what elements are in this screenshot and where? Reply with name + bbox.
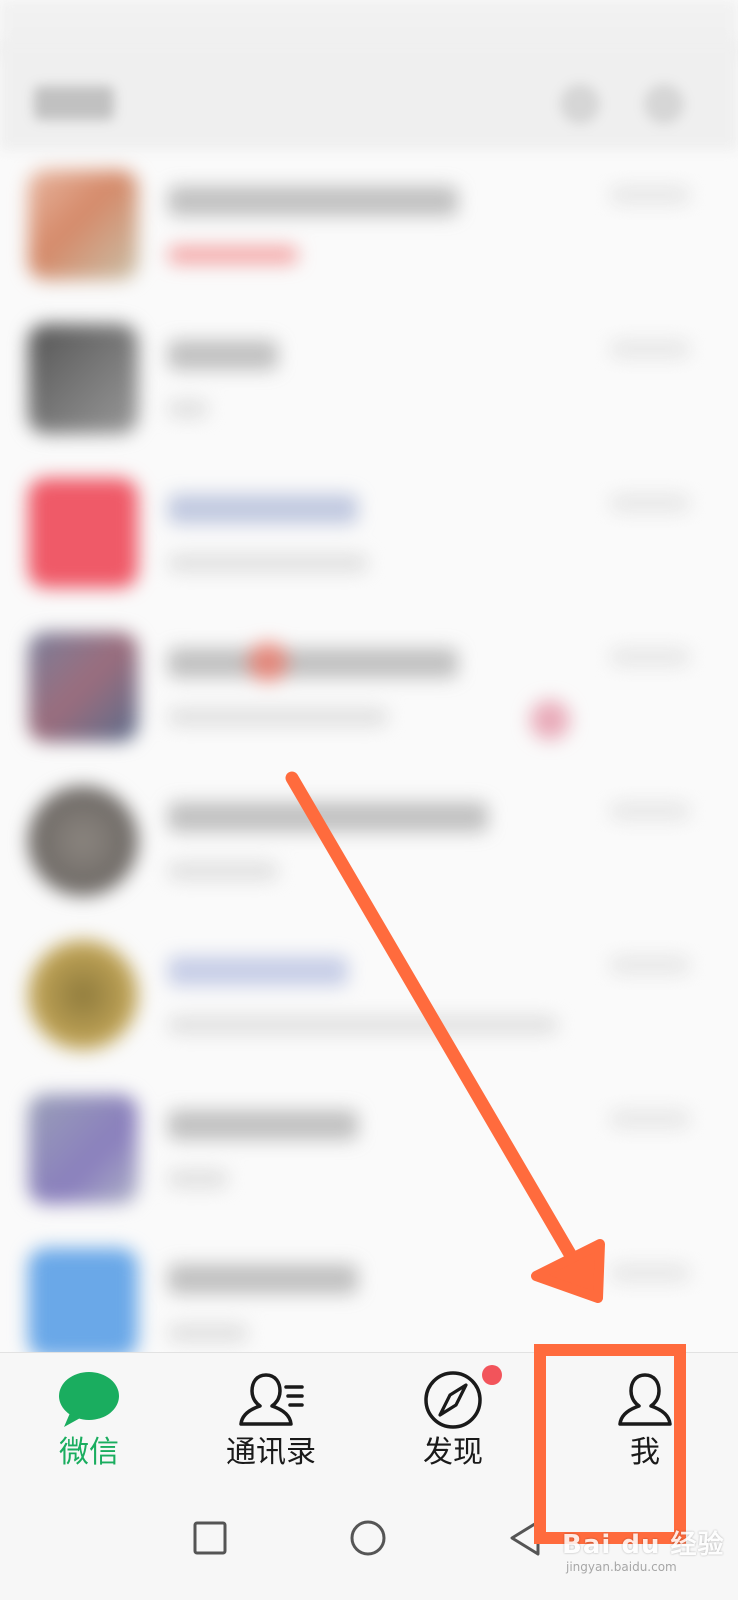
chat-preview: [168, 1324, 248, 1342]
avatar: [28, 1094, 138, 1204]
avatar: [28, 786, 138, 896]
chat-name: [168, 648, 458, 678]
chat-bubble-icon: [54, 1369, 124, 1431]
tab-label: 发现: [423, 1435, 483, 1470]
page-title: [34, 86, 114, 120]
chat-time: [610, 340, 690, 358]
chat-name: [168, 1264, 358, 1294]
chat-list-item[interactable]: [0, 150, 738, 304]
chat-list: [0, 150, 738, 1360]
avatar: [28, 1248, 138, 1358]
avatar: [28, 940, 138, 1050]
chat-preview: [168, 1170, 228, 1188]
notification-dot: [482, 1365, 502, 1385]
app-header: [0, 40, 738, 150]
chat-name: [168, 1110, 358, 1140]
tab-label: 我: [630, 1435, 660, 1470]
chat-preview: [168, 862, 278, 880]
person-icon: [610, 1369, 680, 1431]
chat-list-item[interactable]: [0, 458, 738, 612]
chat-name: [168, 340, 278, 370]
back-icon[interactable]: [496, 1508, 556, 1568]
chat-name: [168, 186, 458, 216]
bottom-tab-bar: 微信 通讯录 发现 我: [0, 1352, 738, 1483]
chat-preview: [168, 554, 368, 572]
tab-label: 微信: [59, 1435, 119, 1470]
chat-preview: [168, 708, 388, 726]
contacts-icon: [236, 1369, 306, 1431]
chat-time: [610, 956, 690, 974]
chat-time: [610, 186, 690, 204]
chat-time: [610, 1110, 690, 1128]
chat-list-item[interactable]: [0, 920, 738, 1074]
avatar: [28, 324, 138, 434]
chat-list-item[interactable]: [0, 612, 738, 766]
watermark-logo: Bai du 经验: [562, 1530, 725, 1560]
unread-badge: [530, 700, 570, 740]
chat-time: [610, 494, 690, 512]
chat-list-item[interactable]: [0, 766, 738, 920]
chat-preview: [168, 246, 298, 264]
search-icon[interactable]: [560, 84, 600, 124]
add-icon[interactable]: [644, 84, 684, 124]
chat-name: [168, 494, 358, 524]
chat-list-item[interactable]: [0, 1074, 738, 1228]
chat-preview: [168, 400, 208, 418]
emoji-icon: [248, 642, 288, 682]
avatar: [28, 632, 138, 742]
chat-time: [610, 648, 690, 666]
home-icon[interactable]: [338, 1508, 398, 1568]
chat-time: [610, 1264, 690, 1282]
tab-chats[interactable]: 微信: [14, 1353, 164, 1483]
chat-name: [168, 956, 348, 986]
chat-name: [168, 802, 488, 832]
tab-contacts[interactable]: 通讯录: [196, 1353, 346, 1483]
chat-time: [610, 802, 690, 820]
tab-discover[interactable]: 发现: [378, 1353, 528, 1483]
avatar: [28, 478, 138, 588]
chat-list-item[interactable]: [0, 304, 738, 458]
avatar: [28, 170, 138, 280]
watermark: Bai du 经验 jingyan.baidu.com: [562, 1524, 732, 1584]
wechat-screen: 微信 通讯录 发现 我 Bai du 经验 jingyan.baidu.com: [0, 0, 738, 1600]
tab-label: 通讯录: [226, 1435, 316, 1470]
tab-me[interactable]: 我: [570, 1353, 720, 1483]
compass-icon: [418, 1369, 488, 1431]
recent-apps-icon[interactable]: [180, 1508, 240, 1568]
watermark-url: jingyan.baidu.com: [566, 1560, 677, 1574]
chat-preview: [168, 1016, 558, 1034]
